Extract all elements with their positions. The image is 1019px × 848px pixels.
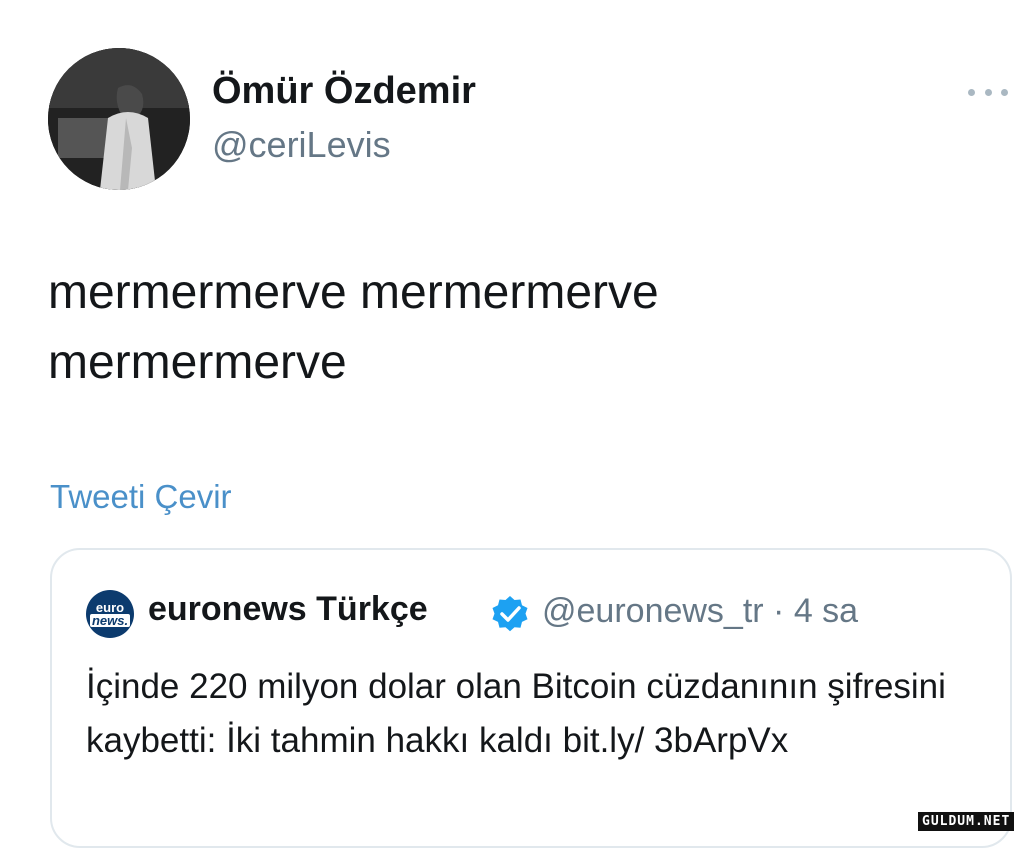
logo-text-news: news. — [89, 613, 131, 628]
more-options-icon[interactable] — [968, 82, 1008, 102]
translate-tweet-link[interactable]: Tweeti Çevir — [50, 478, 232, 516]
quoted-tweet-text: İçinde 220 milyon dolar olan Bitcoin cüz… — [86, 667, 946, 760]
verified-badge-icon — [492, 596, 528, 632]
euronews-logo: euro news. — [86, 590, 134, 638]
site-watermark: GULDUM.NET — [918, 812, 1015, 831]
more-dot — [968, 88, 975, 96]
avatar-photo — [48, 48, 190, 190]
more-dot — [1001, 88, 1008, 96]
tweet-text: mermermerve mermermerve mermermerve — [48, 266, 659, 389]
author-avatar[interactable] — [48, 48, 190, 190]
quoted-display-name: euronews Türkçe — [148, 590, 428, 628]
more-dot — [984, 88, 992, 96]
author-handle[interactable]: @ceriLevis — [212, 124, 391, 166]
quoted-handle-time: @euronews_tr · 4 sa — [542, 592, 859, 630]
quoted-tweet-card[interactable]: euro news. euronews Türkçe @euronews_tr … — [50, 548, 1012, 848]
author-display-name[interactable]: Ömür Özdemir — [212, 70, 476, 113]
